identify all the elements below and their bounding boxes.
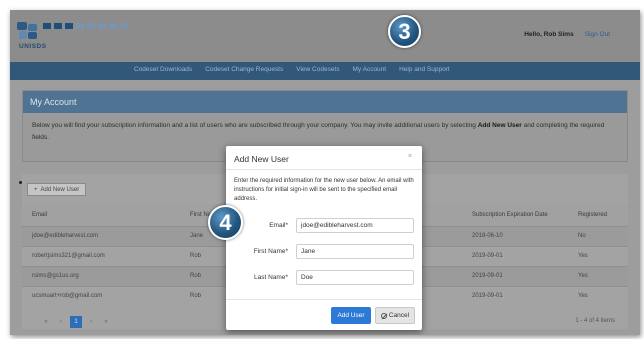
brand-name: UNISDS [19,43,47,50]
pager-page-1[interactable]: 1 [70,316,82,328]
cell-email: rsims@gs1us.org [22,265,180,286]
dialog-header: Add New User × [226,146,422,170]
add-new-user-button[interactable]: + Add New User [27,183,87,196]
cell-registered: No [568,225,628,246]
cancel-button[interactable]: Cancel [375,307,415,324]
email-field[interactable]: jdoe@edibleharvest.com [296,218,414,233]
description-add-new-user: Add New User [477,122,522,129]
logo-dots-icon [43,23,128,29]
nav-item-view-codesets[interactable]: View Codesets [296,66,339,73]
dialog-instructions: Enter the required information for the n… [234,178,414,202]
nav-item-codeset-downloads[interactable]: Codeset Downloads [134,66,192,73]
pager-prev-button[interactable]: ‹ [55,316,67,328]
cell-expiration: 2019-09-01 [462,265,568,286]
last-name-row: Last Name* Doe [226,270,422,286]
items-count: 1 - 4 of 4 items [575,318,615,324]
user-area: Hello, Rob Sims Sign Out [524,31,610,38]
callout-step-4: 4 [208,205,243,240]
greeting: Hello, Rob Sims [524,31,574,38]
description-text-1: Below you will find your subscription in… [32,122,478,129]
cell-email: robertjsims321@gmail.com [22,245,180,266]
callout-step-3: 3 [388,15,421,48]
sign-out-link[interactable]: Sign Out [585,31,610,38]
column-header-expiration[interactable]: Subscription Expiration Date [462,204,568,226]
pager-next-button[interactable]: › [85,316,97,328]
site-header: UNISDS 3 Hello, Rob Sims Sign Out [10,10,640,62]
column-header-registered[interactable]: Registered [568,204,628,226]
email-row: Email* jdoe@edibleharvest.com [226,218,422,234]
pagination: « ‹ 1 › » [40,316,112,328]
cell-expiration: 2019-09-01 [462,245,568,266]
ban-icon [380,312,387,319]
last-name-field[interactable]: Doe [296,270,414,285]
cell-expiration: 2018-06-10 [462,225,568,246]
first-name-field[interactable]: Jane [296,244,414,259]
last-name-label: Last Name* [254,274,288,281]
dialog-body: Enter the required information for the n… [226,170,422,204]
dialog-footer: Add User Cancel [226,299,422,330]
email-label: Email* [269,222,288,229]
column-header-email[interactable]: Email [22,204,180,226]
page-title: My Account [23,91,627,113]
nav-item-codeset-change-requests[interactable]: Codeset Change Requests [205,66,283,73]
nav-item-help-and-support[interactable]: Help and Support [399,66,450,73]
browser-page: UNISDS 3 Hello, Rob Sims Sign Out Codese… [10,10,640,335]
bullet-marker [19,181,22,184]
brand-logo[interactable]: UNISDS [17,18,137,54]
plus-icon: + [34,186,38,193]
pager-last-button[interactable]: » [100,316,112,328]
cell-registered: Yes [568,245,628,266]
close-icon[interactable]: × [408,153,412,160]
cancel-label: Cancel [388,312,410,319]
cell-expiration: 2019-09-01 [462,285,568,306]
main-nav: Codeset Downloads Codeset Change Request… [10,62,640,80]
pager-first-button[interactable]: « [40,316,52,328]
add-user-button[interactable]: Add User [331,307,371,324]
cell-registered: Yes [568,285,628,306]
nav-item-my-account[interactable]: My Account [353,66,387,73]
first-name-row: First Name* Jane [226,244,422,260]
dialog-title: Add New User [234,154,289,164]
add-new-user-dialog: Add New User × Enter the required inform… [226,146,422,330]
add-new-user-label: Add New User [40,186,80,193]
cell-registered: Yes [568,265,628,286]
first-name-label: First Name* [253,248,288,255]
cell-email: jdoe@edibleharvest.com [22,225,180,246]
cell-email: ucsmuart+rob@gmail.com [22,285,180,306]
logo-mark-icon [17,22,39,40]
